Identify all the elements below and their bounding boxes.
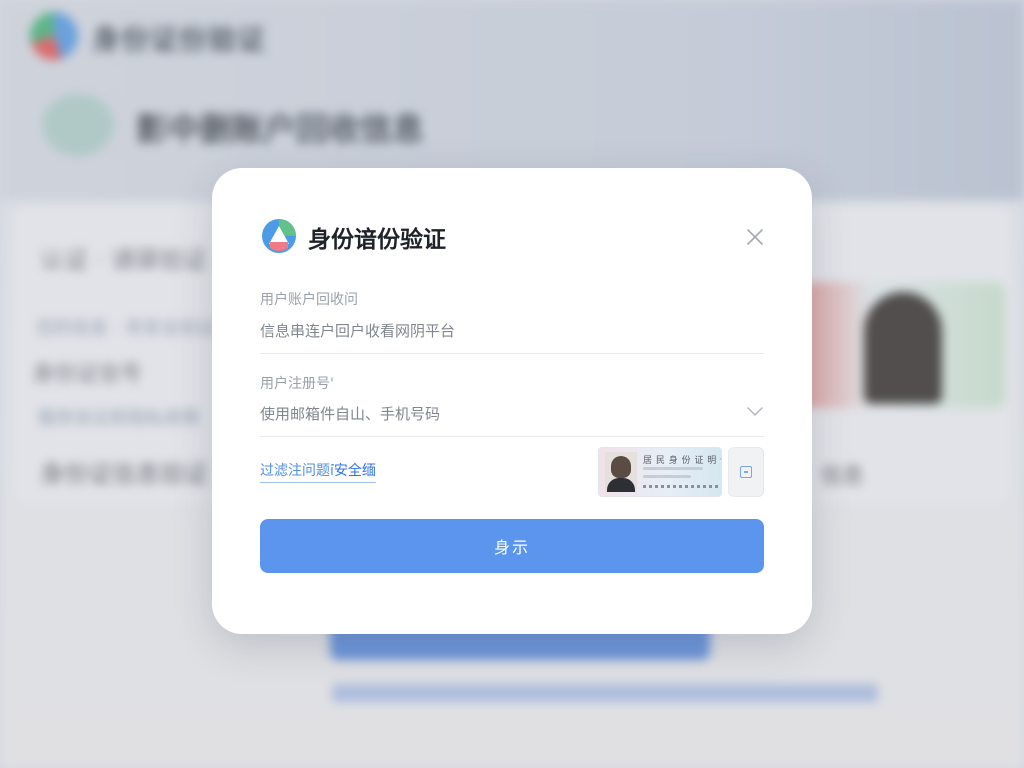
id-photo <box>605 452 637 492</box>
submit-button[interactable]: 身示 <box>260 519 764 573</box>
close-icon[interactable] <box>744 226 766 248</box>
account-recovery-label: 用户账户回收问 <box>260 292 358 308</box>
id-card-number <box>643 485 719 488</box>
refresh-captcha-button[interactable] <box>728 447 764 497</box>
id-card-line <box>643 475 691 478</box>
registration-method-select[interactable]: 使用邮箱件自山、手机号码 <box>260 403 440 424</box>
chevron-down-icon[interactable] <box>746 404 764 418</box>
field-divider <box>260 353 764 354</box>
field-divider <box>260 436 764 437</box>
id-card-header-text: 居 民 身 份 证 明 信 息 ： <box>643 456 721 466</box>
app-logo-icon <box>262 219 296 253</box>
account-recovery-field[interactable]: 信息串连户回户收看网阴平台 <box>260 320 455 341</box>
id-photo-shoulders <box>607 478 635 492</box>
help-link-accent: 安全缅 <box>333 463 376 479</box>
identity-verification-dialog: 身份谙份验证 用户账户回收问 信息串连户回户收看网阴平台 用户注册号' 使用邮箱… <box>212 168 812 634</box>
id-card-captcha-image[interactable]: 居 民 身 份 证 明 信 息 ： <box>598 447 722 497</box>
registration-number-label: 用户注册号' <box>260 376 334 392</box>
security-help-link[interactable]: 过滤注问题i͘安全缅 <box>260 460 376 483</box>
id-card-line <box>643 467 703 470</box>
dialog-title: 身份谙份验证 <box>308 227 446 253</box>
refresh-icon <box>740 466 752 478</box>
id-photo-face <box>611 456 631 478</box>
help-link-prefix: 过滤注问题 <box>260 463 330 479</box>
